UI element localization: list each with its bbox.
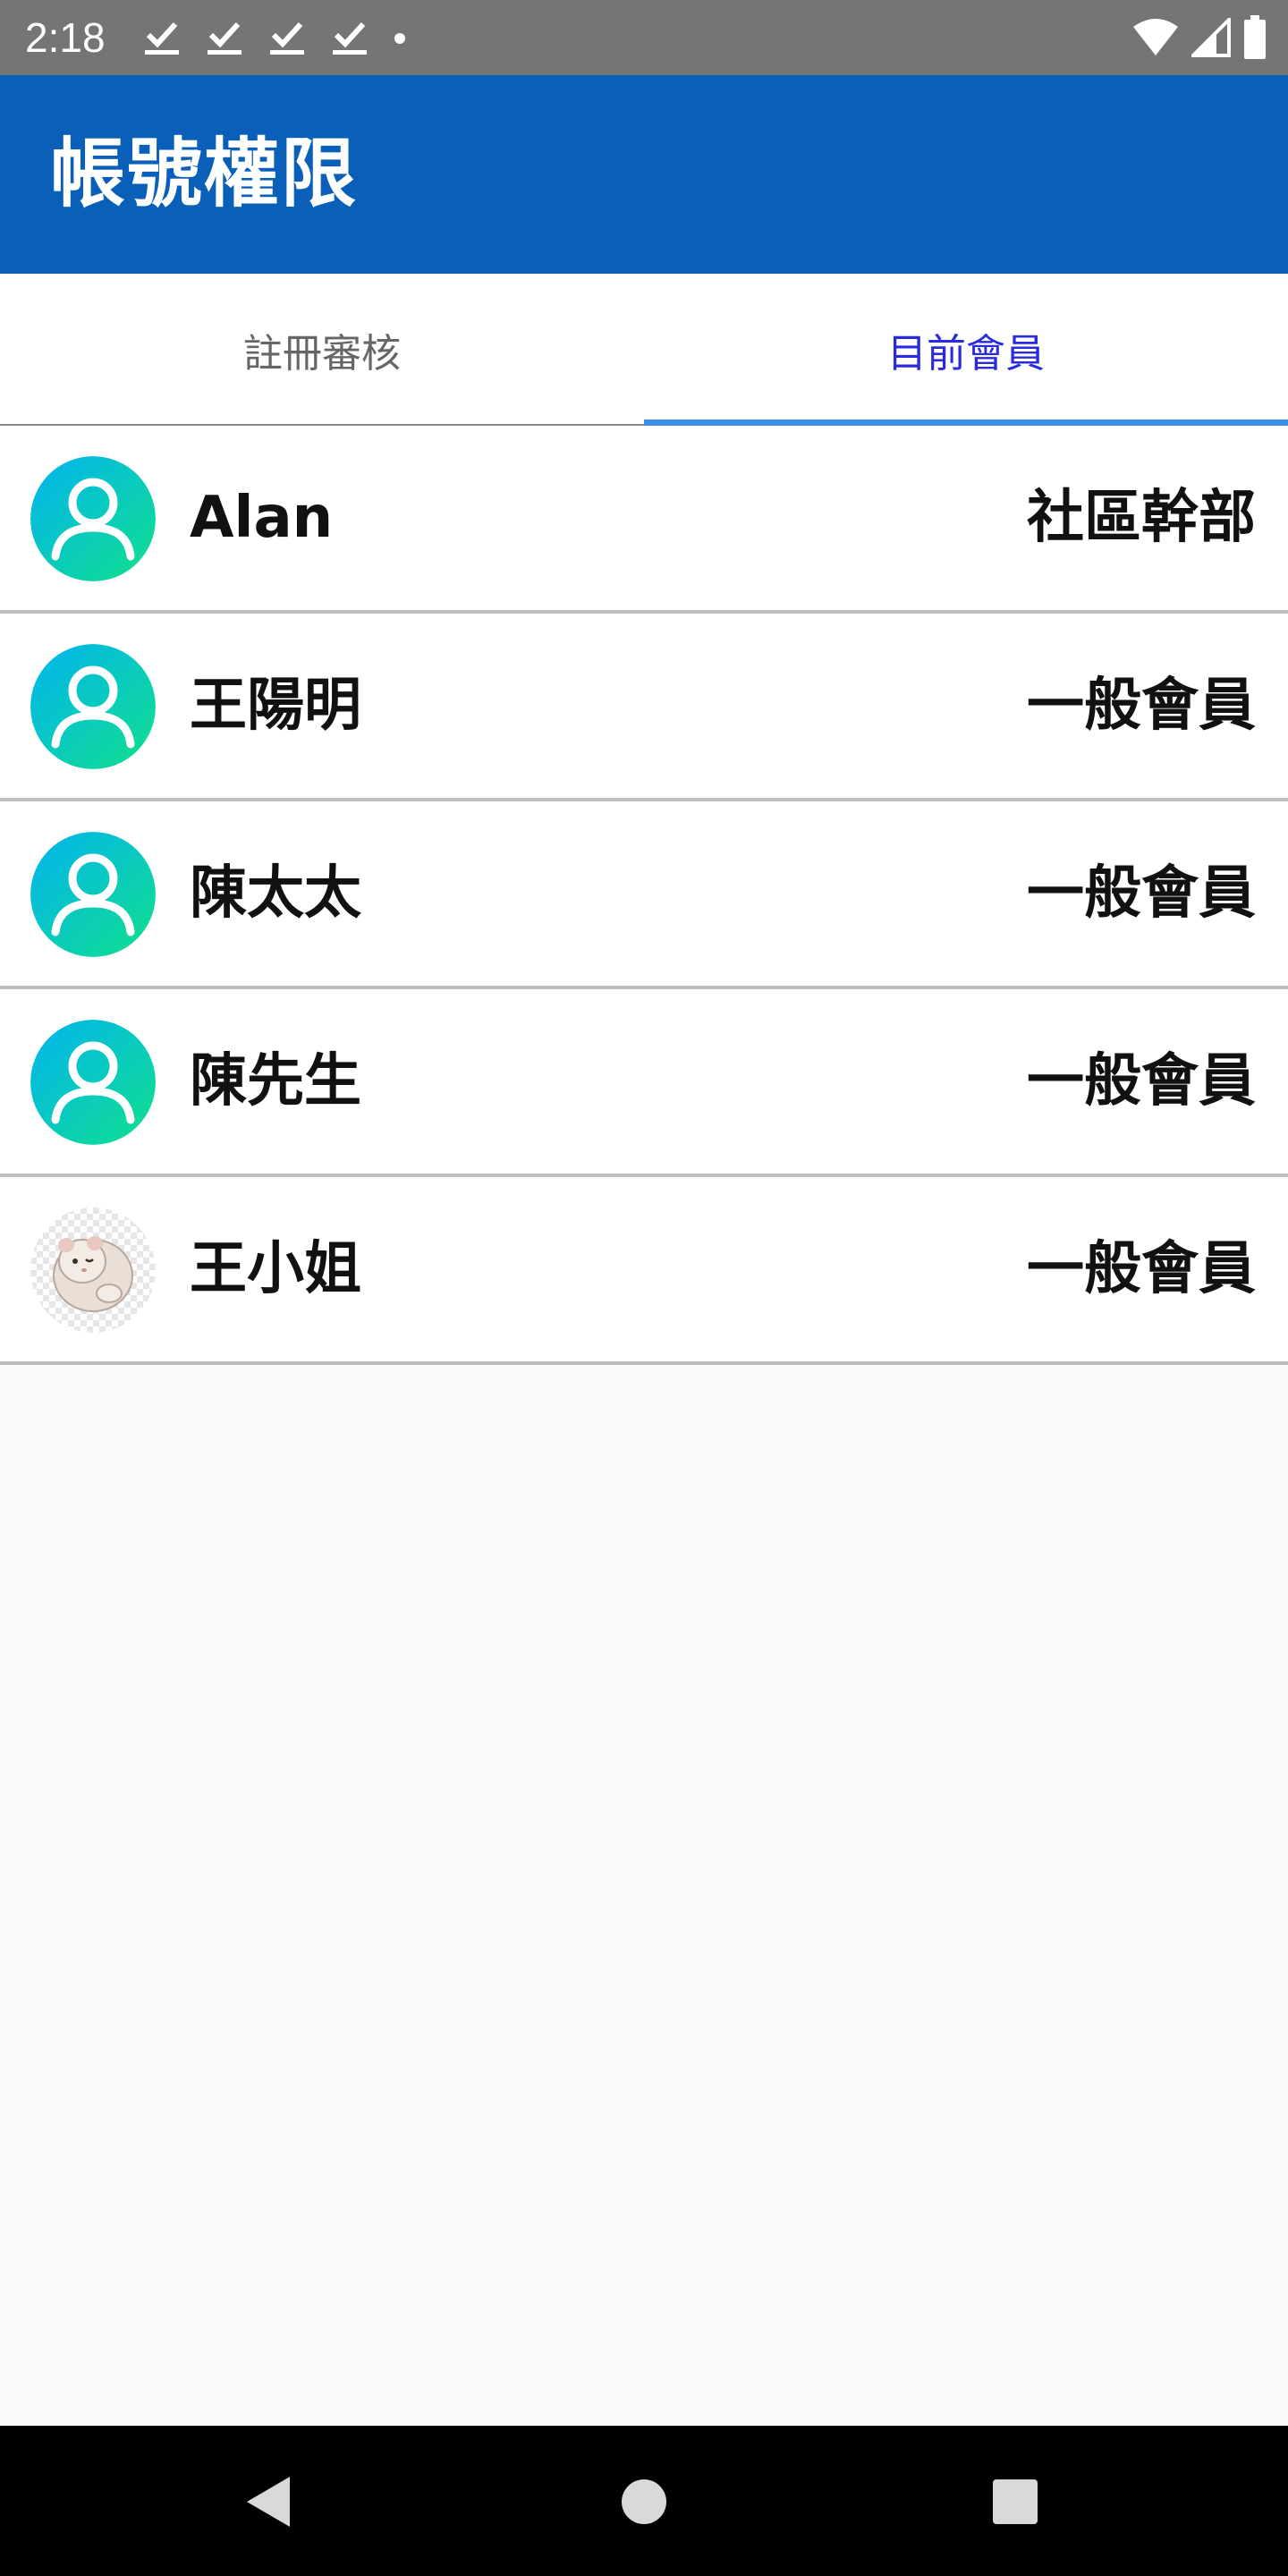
avatar xyxy=(30,1020,156,1145)
back-icon xyxy=(247,2477,290,2527)
app-bar: 帳號權限 xyxy=(0,75,1288,274)
avatar xyxy=(30,644,156,769)
back-button[interactable] xyxy=(228,2462,309,2542)
home-icon xyxy=(622,2479,666,2524)
check-download-icon xyxy=(143,21,181,56)
page-title: 帳號權限 xyxy=(50,130,359,217)
system-icons xyxy=(1120,13,1267,63)
member-role: 一般會員 xyxy=(1027,860,1256,927)
check-download-icon xyxy=(268,21,306,56)
member-role: 一般會員 xyxy=(1027,1236,1256,1302)
avatar xyxy=(30,832,156,957)
member-name: Alan xyxy=(190,485,334,551)
check-download-icon xyxy=(206,21,243,56)
list-item[interactable]: 王小姐 一般會員 xyxy=(0,1177,1288,1365)
list-item[interactable]: 王陽明 一般會員 xyxy=(0,614,1288,801)
avatar xyxy=(30,456,156,581)
hamster-photo xyxy=(30,1208,156,1333)
member-name: 王陽明 xyxy=(190,673,361,739)
member-role: 一般會員 xyxy=(1027,1048,1256,1114)
check-download-icon xyxy=(331,21,369,56)
default-user-icon xyxy=(30,644,156,769)
tab-label: 註冊審核 xyxy=(243,331,401,377)
wifi-icon xyxy=(1132,18,1179,57)
screen: 2:18 帳號權限 註冊審核 目前會員 Alan 社區幹部 王陽明 一般會員 陳… xyxy=(0,0,1288,2576)
dot-icon xyxy=(394,32,406,45)
list-item[interactable]: 陳太太 一般會員 xyxy=(0,801,1288,989)
member-role: 社區幹部 xyxy=(1027,485,1256,551)
recents-button[interactable] xyxy=(975,2462,1055,2542)
tab-active-indicator xyxy=(644,419,1288,426)
member-role: 一般會員 xyxy=(1027,673,1256,739)
member-name: 王小姐 xyxy=(190,1236,361,1302)
member-name: 陳先生 xyxy=(190,1048,361,1114)
recents-icon xyxy=(993,2479,1038,2524)
status-time: 2:18 xyxy=(25,14,106,61)
default-user-icon xyxy=(30,456,156,581)
cell-signal-icon xyxy=(1191,18,1231,57)
default-user-icon xyxy=(30,1020,156,1145)
home-button[interactable] xyxy=(604,2462,684,2542)
list-item[interactable]: 陳先生 一般會員 xyxy=(0,989,1288,1177)
avatar xyxy=(30,1208,156,1333)
tab-registration-review[interactable]: 註冊審核 xyxy=(0,274,644,426)
status-bar: 2:18 xyxy=(0,0,1288,75)
tab-label: 目前會員 xyxy=(887,331,1045,377)
notification-icons xyxy=(143,16,431,61)
system-navigation-bar xyxy=(0,2426,1288,2576)
member-name: 陳太太 xyxy=(190,860,361,927)
tab-bar: 註冊審核 目前會員 xyxy=(0,274,1288,426)
battery-icon xyxy=(1243,15,1267,60)
default-user-icon xyxy=(30,832,156,957)
list-item[interactable]: Alan 社區幹部 xyxy=(0,426,1288,614)
tab-current-members[interactable]: 目前會員 xyxy=(644,274,1288,426)
member-list: Alan 社區幹部 王陽明 一般會員 陳太太 一般會員 陳先生 一般會員 王小姐… xyxy=(0,426,1288,1365)
